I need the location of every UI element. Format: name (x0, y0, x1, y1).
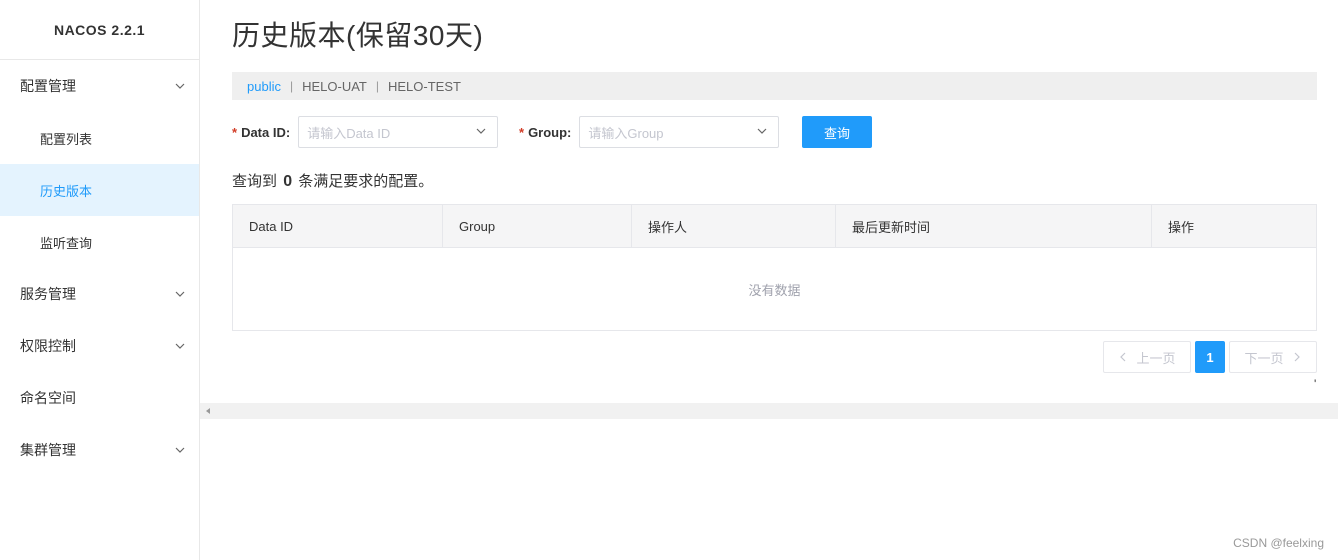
group-placeholder: 请输入Group (588, 125, 664, 141)
sidebar-item-permission-control[interactable]: 权限控制 (0, 320, 199, 372)
data-id-select[interactable]: 请输入Data ID (298, 116, 499, 148)
page-1-button[interactable]: 1 (1195, 341, 1225, 373)
prev-page-label: 上一页 (1136, 350, 1176, 366)
sidebar-item-label: 集群管理 (20, 442, 76, 458)
next-page-button[interactable]: 下一页 (1229, 341, 1317, 373)
sidebar-item-listener-query[interactable]: 监听查询 (0, 216, 199, 268)
required-mark: * (519, 124, 525, 140)
sidebar: NACOS 2.2.1 配置管理 配置列表 历史版本 监听查询 服务管理 权限控… (0, 0, 200, 560)
sidebar-item-namespace[interactable]: 命名空间 (0, 372, 199, 424)
query-button[interactable]: 查询 (802, 116, 872, 148)
namespace-bar: public | HELO-UAT | HELO-TEST (232, 72, 1317, 100)
app-title: NACOS 2.2.1 (0, 0, 199, 60)
next-page-label: 下一页 (1244, 350, 1284, 366)
chevron-right-icon (1292, 352, 1302, 362)
chevron-down-icon (173, 79, 187, 93)
chevron-left-icon (1118, 352, 1128, 362)
data-id-placeholder: 请输入Data ID (307, 125, 391, 141)
sidebar-item-label: 配置列表 (40, 131, 93, 147)
namespace-separator: | (375, 79, 379, 93)
namespace-tab-helo-uat[interactable]: HELO-UAT (302, 79, 367, 94)
sidebar-item-service-management[interactable]: 服务管理 (0, 268, 199, 320)
sidebar-item-config-management[interactable]: 配置管理 (0, 60, 199, 112)
sidebar-item-label: 命名空间 (20, 390, 76, 406)
sidebar-item-label: 配置管理 (20, 78, 76, 94)
sidebar-item-label: 历史版本 (40, 183, 93, 199)
chevron-down-icon (475, 125, 487, 140)
column-header-actions: 操作 (1168, 220, 1195, 235)
prev-page-button[interactable]: 上一页 (1103, 341, 1191, 373)
sidebar-item-history-version[interactable]: 历史版本 (0, 164, 199, 216)
main-content: 历史版本(保留30天) public | HELO-UAT | HELO-TES… (200, 0, 1338, 560)
result-summary: 查询到 0 条满足要求的配置。 (232, 170, 433, 191)
namespace-tab-helo-test[interactable]: HELO-TEST (388, 79, 461, 94)
result-prefix: 查询到 (232, 173, 278, 190)
chevron-down-icon (173, 339, 187, 353)
group-label: * Group: (519, 124, 572, 140)
sidebar-item-label: 监听查询 (40, 235, 93, 251)
sidebar-item-config-list[interactable]: 配置列表 (0, 112, 199, 164)
table-header: Data ID Group 操作人 最后更新时间 操作 (233, 205, 1316, 248)
column-header-data-id: Data ID (233, 205, 443, 248)
horizontal-scrollbar[interactable] (200, 403, 1338, 419)
sidebar-item-cluster-management[interactable]: 集群管理 (0, 424, 199, 476)
sidebar-item-label: 服务管理 (20, 286, 76, 302)
watermark: CSDN @feelxing (1233, 536, 1324, 550)
chevron-down-icon (173, 443, 187, 457)
chevron-down-icon (756, 125, 768, 140)
table-empty-state: 没有数据 (748, 282, 801, 298)
column-header-operator: 操作人 (632, 205, 836, 248)
sidebar-item-label: 权限控制 (20, 338, 76, 354)
stray-mark: ' (1314, 377, 1317, 391)
chevron-down-icon (173, 287, 187, 301)
page-title: 历史版本(保留30天) (232, 20, 484, 51)
namespace-tab-public[interactable]: public (247, 79, 281, 94)
history-table: Data ID Group 操作人 最后更新时间 操作 没有数据 (232, 204, 1317, 331)
result-suffix: 条满足要求的配置。 (298, 173, 434, 190)
pagination: 上一页 1 下一页 (1103, 341, 1317, 373)
group-select[interactable]: 请输入Group (579, 116, 780, 148)
column-header-group: Group (443, 205, 632, 248)
group-filter: * Group: 请输入Group (519, 116, 780, 148)
scroll-left-arrow-icon[interactable] (204, 407, 212, 415)
data-id-filter: * Data ID: 请输入Data ID (232, 116, 499, 148)
namespace-separator: | (289, 79, 294, 93)
data-id-label: * Data ID: (232, 124, 291, 140)
result-count: 0 (283, 173, 293, 190)
column-header-last-updated: 最后更新时间 (836, 205, 1152, 248)
required-mark: * (232, 124, 238, 140)
